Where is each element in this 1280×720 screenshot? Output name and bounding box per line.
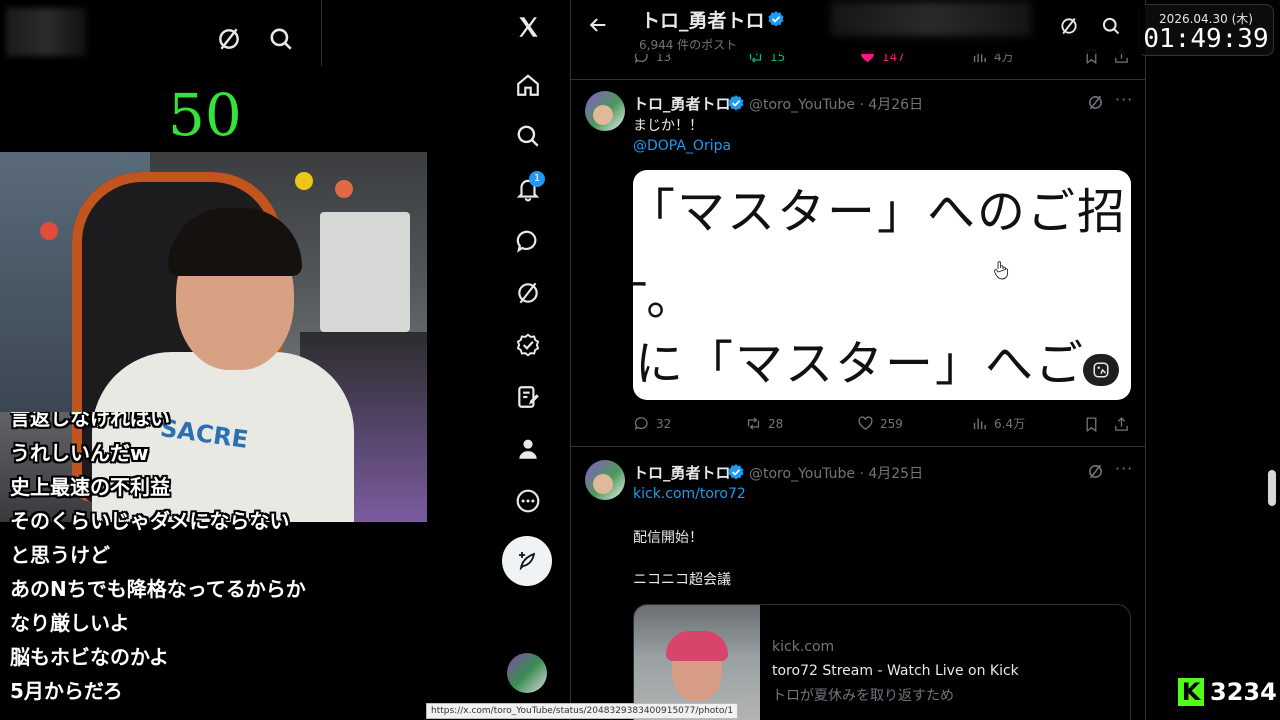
image-text: なに「マスター」へご xyxy=(633,336,1086,392)
stream-top-bar xyxy=(0,0,322,66)
home-icon[interactable] xyxy=(513,70,543,100)
figure-decoration xyxy=(295,172,313,190)
search-icon xyxy=(270,28,292,50)
stream-counter: 50 xyxy=(168,81,242,149)
thumbnail-hair xyxy=(666,631,728,661)
share-icon[interactable] xyxy=(1113,416,1130,433)
repost-button[interactable]: 28 xyxy=(745,415,783,432)
image-text: す。 xyxy=(633,270,697,326)
chat-comment: 言返しなければい xyxy=(10,412,170,430)
status-bar-url: https://x.com/toro_YouTube/status/204832… xyxy=(426,703,739,719)
timeline: トロ_勇者トロ 6,944 件のポスト 13 15 147 4万 トロ_勇者トロ xyxy=(570,0,1146,720)
chat-comment: 5月からだろ xyxy=(10,679,123,703)
chat-comment: 脳もホビなのかよ xyxy=(10,645,169,669)
clock-overlay: 2026.04.30 (木) 01:49:39 xyxy=(1138,4,1274,56)
verified-badge-icon xyxy=(728,95,744,111)
kick-viewer-count: K 3234 xyxy=(1178,678,1277,706)
x-logo-icon[interactable] xyxy=(513,12,543,42)
sidebar-nav: 1 xyxy=(500,0,570,720)
compose-post-button[interactable] xyxy=(502,536,552,586)
figure-decoration xyxy=(335,180,353,198)
chat-comment: うれしいんだw xyxy=(10,441,149,465)
messages-icon[interactable] xyxy=(513,226,543,256)
tweet-image[interactable]: 「マスター」へのご招 す。 なに「マスター」へご xyxy=(633,170,1131,400)
more-options-icon[interactable]: ··· xyxy=(1115,459,1133,478)
chat-comment: なり厳しいよ xyxy=(10,611,130,635)
profile-icon[interactable] xyxy=(513,434,543,464)
reply-count: 32 xyxy=(656,416,672,431)
chat-comment: と思うけど xyxy=(10,543,110,567)
verified-orgs-icon[interactable] xyxy=(513,330,543,360)
verified-badge-icon xyxy=(768,11,784,27)
feather-plus-icon xyxy=(519,552,536,571)
edit-image-icon xyxy=(1093,362,1109,378)
back-arrow-icon[interactable] xyxy=(587,14,609,36)
views-count: 6.4万 xyxy=(994,417,1026,431)
search-icon[interactable] xyxy=(1101,16,1121,36)
tweet-text: 配信開始！ xyxy=(633,530,703,546)
profile-header: トロ_勇者トロ 6,944 件のポスト xyxy=(571,0,1145,54)
right-panel xyxy=(1146,0,1280,720)
chat-comment: そのくらいじゃダメにならない xyxy=(10,509,290,533)
card-title: toro72 Stream - Watch Live on Kick xyxy=(772,663,1019,679)
tweet-avatar[interactable] xyxy=(585,460,625,500)
card-domain: kick.com xyxy=(772,639,835,655)
views-icon xyxy=(973,418,986,430)
image-edit-badge[interactable] xyxy=(1083,354,1119,386)
grok-icon[interactable] xyxy=(1059,16,1079,36)
kick-logo-icon: K xyxy=(1178,678,1204,706)
image-text: 「マスター」へのご招 xyxy=(633,184,1128,240)
tweet-handle-date: @toro_YouTube · 4月25日 xyxy=(749,466,924,482)
repost-count: 28 xyxy=(768,416,784,431)
blurred-region xyxy=(6,8,86,56)
search-icon[interactable] xyxy=(513,121,543,151)
grok-icon[interactable] xyxy=(1087,463,1104,480)
blurred-region xyxy=(831,2,1031,36)
like-icon xyxy=(858,416,873,430)
chat-comments: 言返しなければい うれしいんだw 史上最速の不利益 そのくらいじゃダメにならない… xyxy=(10,412,390,708)
tweet-link[interactable]: kick.com/toro72 xyxy=(633,486,746,502)
tweet-handle-date: @toro_YouTube · 4月26日 xyxy=(749,97,924,113)
more-options-icon[interactable]: ··· xyxy=(1115,90,1133,109)
bookmark-icon[interactable] xyxy=(1083,416,1100,433)
views-button[interactable]: 6.4万 xyxy=(971,415,1025,432)
like-count: 259 xyxy=(880,416,903,431)
mention-link[interactable]: @DOPA_Oripa xyxy=(633,138,731,154)
tweet-text: ニコニコ超会議 xyxy=(633,572,731,588)
hand-cursor-icon xyxy=(994,261,1009,280)
tweet[interactable]: トロ_勇者トロ @toro_YouTube · 4月26日 ··· まじか！！ … xyxy=(571,80,1145,447)
reply-icon xyxy=(634,417,648,431)
account-avatar[interactable] xyxy=(507,653,547,693)
post-count: 6,944 件のポスト xyxy=(639,38,738,52)
more-icon[interactable] xyxy=(513,486,543,516)
background-monitor xyxy=(320,212,410,332)
kick-logo-letter: K xyxy=(1181,678,1201,706)
scrollbar-thumb[interactable] xyxy=(1268,470,1276,506)
clock-time: 01:49:39 xyxy=(1143,24,1269,54)
tweet-author-name[interactable]: トロ_勇者トロ xyxy=(633,93,731,114)
chat-comment: あのNちでも降格なってるからか xyxy=(10,577,306,601)
tweet-author-name[interactable]: トロ_勇者トロ xyxy=(633,462,731,483)
like-button[interactable]: 259 xyxy=(857,415,903,432)
figure-decoration xyxy=(40,222,58,240)
grok-icon xyxy=(219,28,239,50)
viewer-count: 3234 xyxy=(1210,678,1277,706)
page-title: トロ_勇者トロ xyxy=(641,10,765,32)
tweet-text: まじか！！ xyxy=(633,118,703,134)
premium-icon[interactable] xyxy=(513,382,543,412)
grok-icon[interactable] xyxy=(1087,94,1104,111)
verified-badge-icon xyxy=(728,464,744,480)
reply-button[interactable]: 32 xyxy=(633,415,671,432)
repost-icon xyxy=(747,417,760,430)
notification-badge: 1 xyxy=(529,171,545,187)
chat-comment: 史上最速の不利益 xyxy=(10,475,170,499)
grok-icon[interactable] xyxy=(513,278,543,308)
stream-overlay: 50 SACRE 言返しなければい うれしいんだw 史上最速の不利益 そのくらい… xyxy=(0,0,500,720)
tweet-avatar[interactable] xyxy=(585,91,625,131)
card-description: トロが夏休みを取り返すため xyxy=(772,688,954,704)
